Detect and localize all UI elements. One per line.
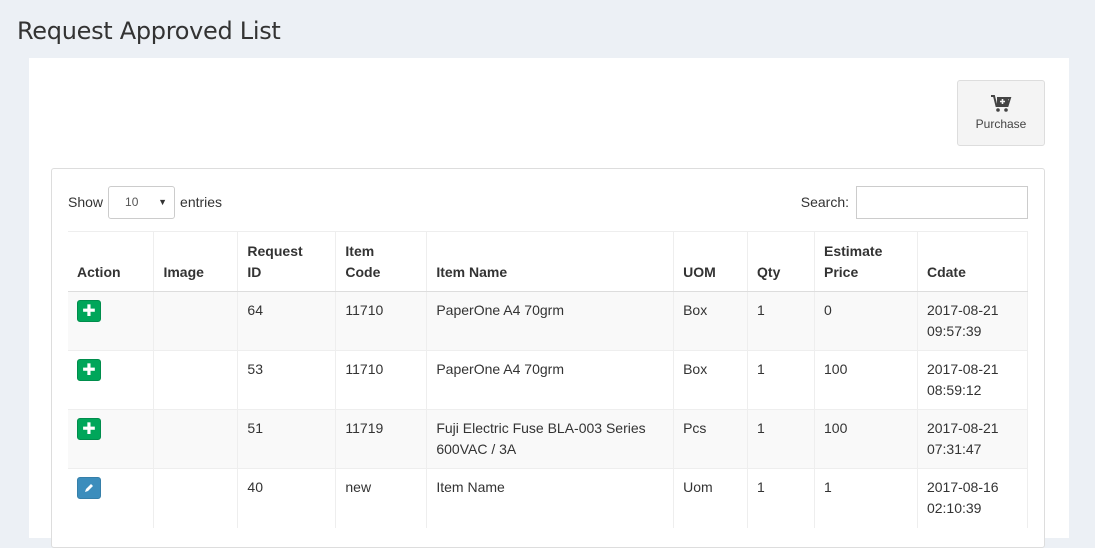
search-area: Search: (800, 185, 1028, 219)
item-name-cell: PaperOne A4 70grm (426, 350, 675, 410)
entries-select[interactable]: 10 ▼ (108, 185, 176, 219)
header-action[interactable]: Action (68, 231, 155, 292)
estimate-price-cell: 100 (814, 350, 918, 410)
cdate-cell: 2017-08-21 08:59:12 (917, 350, 1029, 410)
pencil-icon (85, 484, 93, 492)
item-code-cell: 11710 (335, 350, 428, 410)
qty-cell: 1 (747, 409, 815, 469)
edit-button[interactable] (77, 477, 101, 499)
purchase-button[interactable]: Purchase (957, 80, 1045, 146)
header-estimate-price-label: Estimate Price (824, 243, 883, 280)
uom-cell: Uom (673, 468, 749, 528)
action-cell: ✚ (68, 350, 155, 410)
entries-length: Show 10 ▼ entries (68, 185, 223, 219)
cart-plus-icon (991, 95, 1012, 112)
header-image[interactable]: Image (153, 231, 239, 292)
request-table: Action Image Request ID Item Code Item N… (68, 231, 1029, 528)
cdate-cell: 2017-08-16 02:10:39 (917, 468, 1029, 528)
cdate-cell: 2017-08-21 09:57:39 (917, 291, 1029, 351)
image-cell (153, 350, 239, 410)
image-cell (153, 291, 239, 351)
header-item-code[interactable]: Item Code (335, 231, 428, 292)
image-cell (153, 468, 239, 528)
header-uom[interactable]: UOM (673, 231, 749, 292)
add-button[interactable]: ✚ (77, 359, 101, 381)
uom-cell: Pcs (673, 409, 749, 469)
cdate-cell: 2017-08-21 07:31:47 (917, 409, 1029, 469)
qty-cell: 1 (747, 291, 815, 351)
page-title: Request Approved List (17, 17, 281, 45)
chevron-down-icon: ▼ (158, 197, 168, 207)
item-name-cell: Fuji Electric Fuse BLA-003 Series 600VAC… (426, 409, 675, 469)
show-label: Show (68, 194, 104, 210)
search-label: Search: (800, 194, 849, 210)
request-id-cell: 40 (237, 468, 337, 528)
search-input[interactable] (856, 185, 1028, 219)
action-cell: ✚ (68, 291, 155, 351)
item-code-cell: 11710 (335, 291, 428, 351)
image-cell (153, 409, 239, 469)
table-row: 40 new Item Name Uom 1 1 2017-08-16 02:10… (68, 468, 1029, 528)
header-request-id-label: Request ID (247, 243, 303, 280)
add-button[interactable]: ✚ (77, 418, 101, 440)
table-panel: Show 10 ▼ entries Search: Action Image R… (51, 168, 1045, 548)
uom-cell: Box (673, 350, 749, 410)
table-row: ✚ 53 11710 PaperOne A4 70grm Box 1 100 2… (68, 350, 1029, 410)
plus-icon: ✚ (82, 361, 96, 379)
cdate-date: 2017-08-16 (926, 479, 999, 495)
cdate-time: 07:31:47 (926, 441, 982, 457)
header-item-code-label: Item Code (345, 243, 381, 280)
item-code-cell: 11719 (335, 409, 428, 469)
request-id-cell: 64 (237, 291, 337, 351)
item-name-cell: Item Name (426, 468, 675, 528)
cdate-time: 09:57:39 (926, 323, 982, 339)
cdate-time: 08:59:12 (926, 382, 982, 398)
header-item-name[interactable]: Item Name (426, 231, 675, 292)
header-request-id[interactable]: Request ID (237, 231, 337, 292)
table-controls: Show 10 ▼ entries Search: (68, 185, 1028, 219)
estimate-price-cell: 100 (814, 409, 918, 469)
estimate-price-cell: 0 (814, 291, 918, 351)
entries-label: entries (180, 194, 223, 210)
plus-icon: ✚ (82, 302, 96, 320)
content-box: Purchase Show 10 ▼ entries Search: Actio… (29, 58, 1069, 548)
header-estimate-price[interactable]: Estimate Price (814, 231, 918, 292)
request-id-cell: 51 (237, 409, 337, 469)
table-row: ✚ 51 11719 Fuji Electric Fuse BLA-003 Se… (68, 409, 1029, 469)
action-cell (68, 468, 155, 528)
cdate-date: 2017-08-21 (926, 302, 999, 318)
plus-icon: ✚ (82, 420, 96, 438)
uom-cell: Box (673, 291, 749, 351)
header-qty[interactable]: Qty (747, 231, 815, 292)
table-header-row: Action Image Request ID Item Code Item N… (68, 231, 1029, 292)
purchase-label: Purchase (975, 117, 1027, 131)
header-cdate[interactable]: Cdate (917, 231, 1029, 292)
cdate-date: 2017-08-21 (926, 420, 999, 436)
cdate-time: 02:10:39 (926, 500, 982, 516)
qty-cell: 1 (747, 350, 815, 410)
item-code-cell: new (335, 468, 428, 528)
qty-cell: 1 (747, 468, 815, 528)
cdate-date: 2017-08-21 (926, 361, 999, 377)
table-row: ✚ 64 11710 PaperOne A4 70grm Box 1 0 201… (68, 291, 1029, 351)
add-button[interactable]: ✚ (77, 300, 101, 322)
action-cell: ✚ (68, 409, 155, 469)
item-name-cell: PaperOne A4 70grm (426, 291, 675, 351)
estimate-price-cell: 1 (814, 468, 918, 528)
request-id-cell: 53 (237, 350, 337, 410)
entries-value: 10 (125, 195, 139, 209)
